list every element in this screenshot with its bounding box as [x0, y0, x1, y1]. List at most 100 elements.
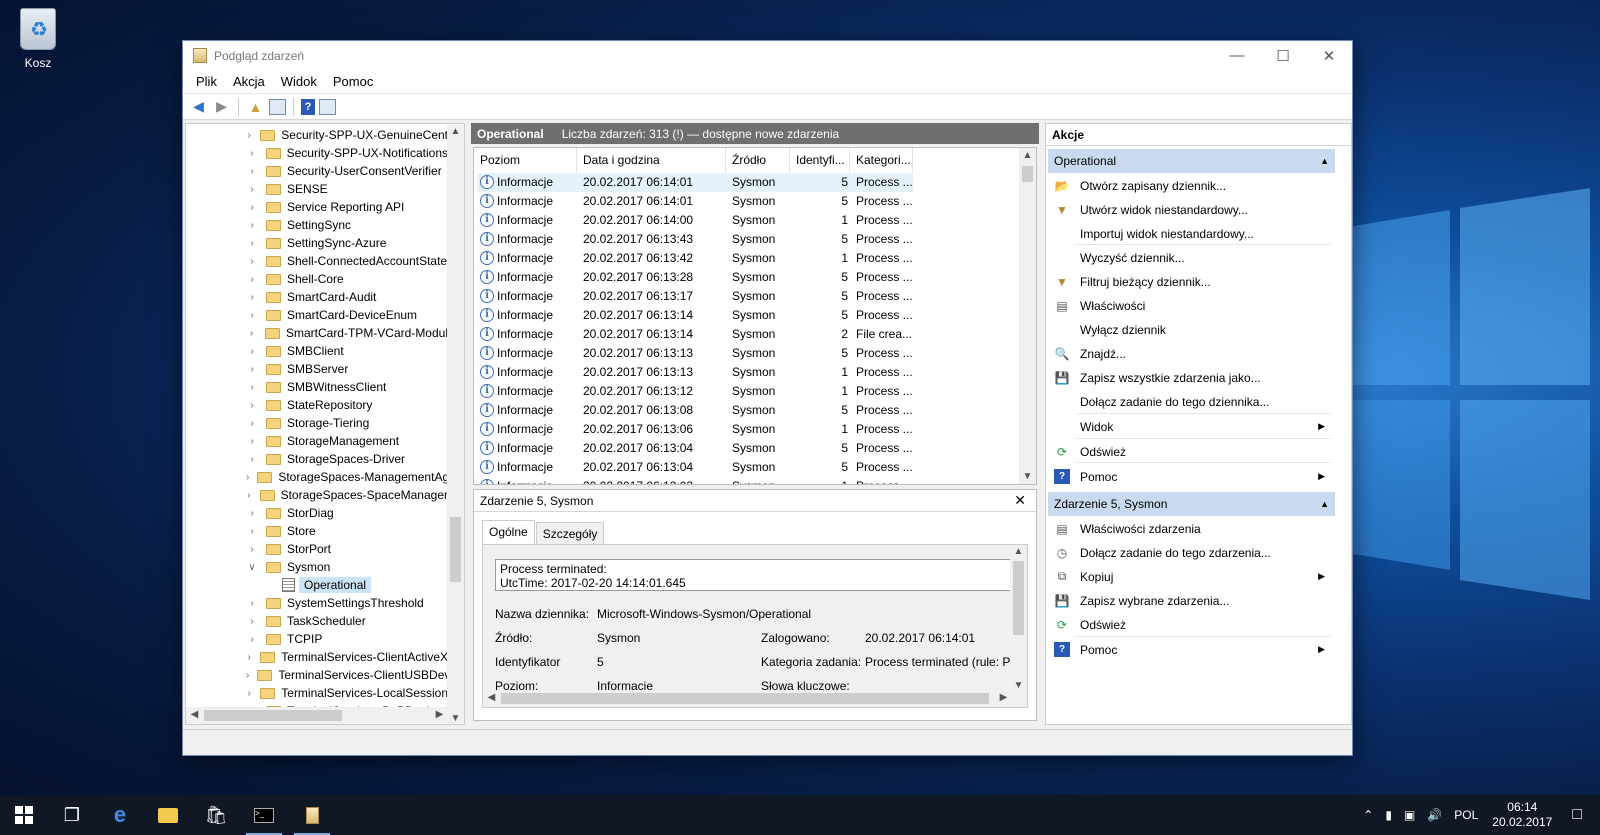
tree-item[interactable]: › StorPort	[186, 540, 448, 558]
event-row[interactable]: i Informacje 20.02.2017 06:13:08 Sysmon 5 Pro…	[477, 401, 913, 420]
action-item[interactable]: Wyczyść dziennik...	[1048, 246, 1335, 269]
volume-icon[interactable]: 🔊	[1427, 808, 1442, 822]
expand-icon[interactable]: ›	[246, 184, 258, 195]
expand-icon[interactable]: ›	[246, 490, 252, 501]
help-icon[interactable]: ?	[301, 98, 315, 115]
scroll-right-arrow-icon[interactable]: ▶	[431, 709, 448, 720]
maximize-button[interactable]: ☐	[1260, 41, 1306, 70]
event-row[interactable]: i Informacje 20.02.2017 06:13:04 Sysmon 5 Pro…	[477, 439, 913, 458]
menu-help[interactable]: Pomoc	[325, 74, 381, 89]
scroll-left-arrow-icon[interactable]: ◀	[186, 709, 203, 720]
action-item[interactable]: ⟳ Odśwież	[1048, 613, 1335, 636]
expand-icon[interactable]: ›	[246, 436, 258, 447]
action-item[interactable]: ⧉ Kopiuj ▶	[1048, 565, 1335, 588]
actions-section-event[interactable]: Zdarzenie 5, Sysmon ▲	[1048, 492, 1335, 516]
detail-scrollbar[interactable]: ▲ ▼	[1010, 545, 1027, 692]
tree-vertical-scrollbar[interactable]: ▲ ▼	[447, 124, 464, 724]
actions-section-operational[interactable]: Operational ▲	[1048, 149, 1335, 173]
expand-icon[interactable]: ›	[246, 616, 258, 627]
scroll-down-arrow-icon[interactable]: ▼	[1019, 471, 1036, 482]
event-row[interactable]: i Informacje 20.02.2017 06:13:28 Sysmon 5 Pro…	[477, 268, 913, 287]
file-explorer-button[interactable]	[144, 795, 192, 835]
expand-icon[interactable]: ›	[246, 256, 258, 267]
action-item[interactable]: ▤ Właściwości	[1048, 294, 1335, 317]
event-message[interactable]: Process terminated: UtcTime: 2017-02-20 …	[495, 559, 1011, 591]
expand-icon[interactable]: ›	[246, 346, 258, 357]
event-row[interactable]: i Informacje 20.02.2017 06:13:12 Sysmon 1 Pro…	[477, 382, 913, 401]
expand-icon[interactable]: ›	[246, 274, 258, 285]
collapse-section-icon[interactable]: ▲	[1320, 156, 1329, 166]
cmd-button[interactable]: >_	[240, 795, 288, 835]
event-list[interactable]: Poziom Data i godzina Źródło Identyfi...…	[473, 147, 1037, 485]
event-row[interactable]: i Informacje 20.02.2017 06:13:14 Sysmon 2 Fil…	[477, 325, 913, 344]
action-item[interactable]: 💾 Zapisz wszystkie zdarzenia jako...	[1048, 366, 1335, 389]
expand-icon[interactable]: ›	[246, 238, 258, 249]
event-row[interactable]: i Informacje 20.02.2017 06:13:43 Sysmon 5 Pro…	[477, 230, 913, 249]
action-item[interactable]: Dołącz zadanie do tego dziennika...	[1048, 390, 1335, 413]
scroll-left-arrow-icon[interactable]: ◀	[483, 692, 500, 703]
tree-item[interactable]: ∨ Sysmon	[186, 558, 448, 576]
language-indicator[interactable]: POL	[1454, 808, 1478, 822]
column-level[interactable]: Poziom	[474, 148, 577, 172]
expand-icon[interactable]: ›	[246, 418, 258, 429]
action-item[interactable]: 📂 Otwórz zapisany dziennik...	[1048, 174, 1335, 197]
tree-item[interactable]: › TerminalServices-LocalSession	[186, 684, 448, 702]
tree-item[interactable]: › StateRepository	[186, 396, 448, 414]
notifications-icon[interactable]: □	[1572, 806, 1582, 824]
expand-icon[interactable]: ›	[246, 688, 252, 699]
back-arrow-icon[interactable]: ◀	[189, 97, 208, 116]
action-item[interactable]: ⟳ Odśwież	[1048, 440, 1335, 463]
collapse-section-icon[interactable]: ▲	[1320, 499, 1329, 509]
event-row[interactable]: i Informacje 20.02.2017 06:13:17 Sysmon 5 Pro…	[477, 287, 913, 306]
expand-icon[interactable]: ›	[246, 220, 258, 231]
close-button[interactable]: ✕	[1306, 41, 1352, 70]
clock[interactable]: 06:14 20.02.2017	[1492, 800, 1552, 830]
expand-icon[interactable]: ›	[246, 328, 257, 339]
show-hide-actions-icon[interactable]	[319, 98, 336, 115]
action-item[interactable]: ▼ Utwórz widok niestandardowy...	[1048, 198, 1335, 221]
scroll-right-arrow-icon[interactable]: ▶	[995, 692, 1012, 703]
scroll-up-arrow-icon[interactable]: ▲	[1019, 150, 1036, 161]
collapse-icon[interactable]: ∨	[246, 562, 258, 573]
action-item[interactable]: ? Pomoc ▶	[1048, 638, 1335, 661]
tree-item[interactable]: › Security-SPP-UX-GenuineCent	[186, 126, 448, 144]
column-task-category[interactable]: Kategori...	[850, 148, 913, 172]
event-row[interactable]: i Informacje 20.02.2017 06:14:00 Sysmon 1 Pro…	[477, 211, 913, 230]
network-icon[interactable]: ▣	[1404, 808, 1415, 822]
tree-item[interactable]: › SmartCard-DeviceEnum	[186, 306, 448, 324]
tree-item[interactable]: › Storage-Tiering	[186, 414, 448, 432]
action-item[interactable]: 💾 Zapisz wybrane zdarzenia...	[1048, 589, 1335, 612]
scroll-down-arrow-icon[interactable]: ▼	[1010, 680, 1027, 691]
event-viewer-taskbar-button[interactable]	[288, 795, 336, 835]
expand-icon[interactable]: ›	[246, 526, 258, 537]
tree-item[interactable]: › Service Reporting API	[186, 198, 448, 216]
forward-arrow-icon[interactable]: ▶	[212, 97, 231, 116]
expand-icon[interactable]: ›	[246, 670, 249, 681]
expand-icon[interactable]: ›	[246, 454, 258, 465]
tree-item[interactable]: › SystemSettingsThreshold	[186, 594, 448, 612]
tree-item[interactable]: › TerminalServices-ClientActiveX	[186, 648, 448, 666]
recycle-bin[interactable]: Kosz	[14, 8, 62, 70]
tree-item[interactable]: › StorageSpaces-Driver	[186, 450, 448, 468]
scroll-down-arrow-icon[interactable]: ▼	[447, 713, 464, 724]
power-icon[interactable]: ▮	[1385, 808, 1392, 822]
expand-icon[interactable]: ›	[246, 634, 258, 645]
menu-action[interactable]: Akcja	[225, 74, 273, 89]
tab-general[interactable]: Ogólne	[482, 520, 535, 546]
show-hide-tree-icon[interactable]	[269, 98, 286, 115]
tree-item[interactable]: › Shell-ConnectedAccountState	[186, 252, 448, 270]
menu-file[interactable]: Plik	[188, 74, 225, 89]
event-row[interactable]: i Informacje 20.02.2017 06:13:14 Sysmon 5 Pro…	[477, 306, 913, 325]
action-item[interactable]: Wyłącz dziennik	[1048, 318, 1335, 341]
action-item[interactable]: ? Pomoc ▶	[1048, 465, 1335, 488]
show-hidden-icons-icon[interactable]: ⌃	[1363, 808, 1373, 822]
navigation-tree[interactable]: ›TerminalServices-PnPDevices›TerminalSer…	[185, 123, 465, 725]
expand-icon[interactable]: ›	[246, 130, 252, 141]
tree-item[interactable]: › TCPIP	[186, 630, 448, 648]
tree-item[interactable]: › StorageSpaces-SpaceManager	[186, 486, 448, 504]
action-item[interactable]: Widok ▶	[1048, 415, 1335, 438]
tree-item[interactable]: › Store	[186, 522, 448, 540]
close-detail-icon[interactable]: ✕	[1014, 492, 1026, 509]
event-row[interactable]: i Informacje 20.02.2017 06:13:06 Sysmon 1 Pro…	[477, 420, 913, 439]
expand-icon[interactable]: ›	[246, 202, 258, 213]
